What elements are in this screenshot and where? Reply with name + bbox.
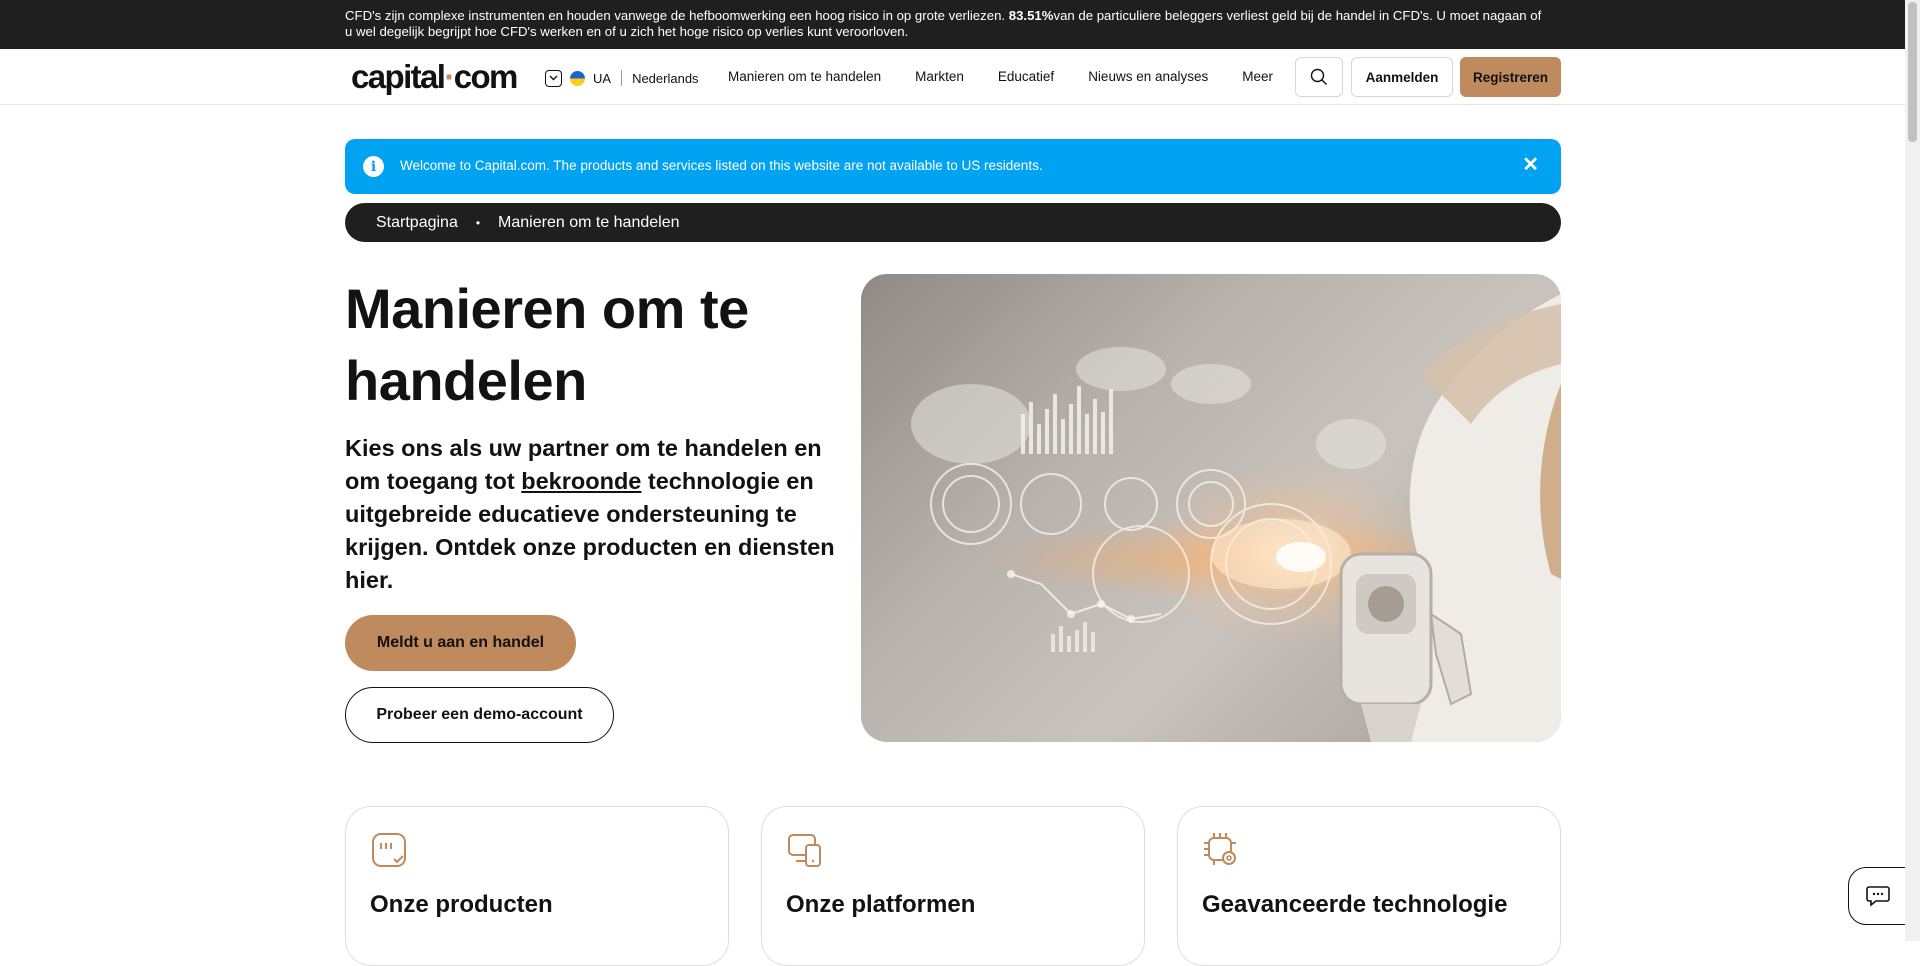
main-nav: Manieren om te handelen Markten Educatie… (728, 69, 1307, 84)
chevron-down-icon (545, 69, 562, 87)
breadcrumb-separator: • (475, 215, 481, 230)
card-technology[interactable]: Geavanceerde technologie (1177, 806, 1561, 966)
hero-image (861, 274, 1561, 742)
site-header: capital·com UA Nederlands Manieren om te… (0, 49, 1905, 105)
chat-icon (1866, 886, 1890, 907)
nav-item-ways-to-trade[interactable]: Manieren om te handelen (728, 69, 881, 84)
search-icon (1310, 68, 1327, 85)
region-code: UA (593, 70, 612, 86)
nav-item-education[interactable]: Educatief (998, 69, 1054, 84)
risk-warning-bar: CFD's zijn complexe instrumenten en houd… (0, 0, 1905, 49)
nav-item-news-analysis[interactable]: Nieuws en analyses (1088, 69, 1208, 84)
platforms-icon (788, 834, 821, 867)
search-button[interactable] (1295, 57, 1343, 97)
breadcrumb-item-current: Manieren om te handelen (498, 213, 680, 231)
login-button[interactable]: Aanmelden (1351, 57, 1453, 97)
logo-dot: · (444, 58, 455, 95)
card-products[interactable]: Onze producten (345, 806, 729, 966)
nav-item-markets[interactable]: Markten (915, 69, 964, 84)
card-platforms[interactable]: Onze platformen (761, 806, 1145, 966)
page-title: Manieren om te handelen (345, 277, 749, 412)
nav-item-more[interactable]: Meer (1242, 69, 1273, 84)
risk-percentage: 83.51% (1008, 8, 1054, 23)
hero-illustration (911, 274, 1561, 742)
flag-icon (570, 70, 585, 86)
demo-account-button[interactable]: Probeer een demo-account (345, 687, 614, 743)
close-icon[interactable]: ✕ (1522, 153, 1539, 177)
breadcrumb-item-home[interactable]: Startpagina (376, 214, 458, 232)
technology-icon (1204, 833, 1236, 865)
logo-text-capital: capital (351, 58, 446, 95)
scrollbar-thumb[interactable] (1908, 2, 1917, 142)
signup-trade-button[interactable]: Meldt u aan en handel (345, 615, 576, 671)
breadcrumb: Startpagina • Manieren om te handelen (345, 203, 1561, 242)
divider (621, 70, 623, 86)
award-winning-link[interactable]: bekroonde (521, 468, 641, 494)
info-icon: i (363, 156, 384, 177)
logo-text-com: com (453, 58, 519, 95)
register-button[interactable]: Registreren (1460, 57, 1561, 97)
risk-warning-text: CFD's zijn complexe instrumenten en houd… (345, 8, 1545, 40)
hero-subtitle: Kies ons als uw partner om te handelen e… (345, 432, 845, 597)
chat-button[interactable] (1848, 867, 1908, 925)
card-title: Geavanceerde technologie (1202, 891, 1508, 918)
scrollbar[interactable] (1905, 0, 1920, 941)
card-title: Onze producten (370, 891, 553, 918)
risk-warning-text-before: CFD's zijn complexe instrumenten en houd… (345, 8, 1009, 23)
card-title: Onze platformen (786, 891, 976, 918)
logo[interactable]: capital·com (351, 57, 519, 97)
us-residents-notice: i Welcome to Capital.com. The products a… (345, 139, 1561, 194)
language-selector[interactable]: UA Nederlands (545, 67, 699, 89)
notice-message: Welcome to Capital.com. The products and… (400, 158, 1043, 173)
products-icon (372, 833, 406, 867)
language-label: Nederlands (632, 70, 699, 86)
